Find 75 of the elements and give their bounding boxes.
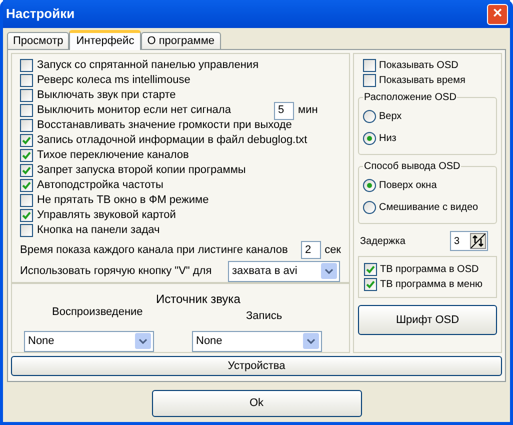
checkbox[interactable] bbox=[20, 119, 33, 132]
checkbox[interactable] bbox=[20, 104, 33, 117]
tab[interactable]: Интерфейс bbox=[69, 30, 142, 50]
minutes-field[interactable]: 5 bbox=[274, 102, 294, 120]
checkbox[interactable] bbox=[363, 59, 376, 72]
hotkey-select[interactable]: захвата в avi bbox=[228, 260, 340, 282]
option-label: Восстанавливать значение громкости при выходе bbox=[37, 118, 292, 134]
unit-label: мин bbox=[298, 103, 318, 118]
unit-label: сек bbox=[324, 242, 341, 258]
check-icon bbox=[22, 211, 31, 220]
checkbox[interactable] bbox=[20, 179, 33, 192]
option-label: Кнопка на панели задач bbox=[37, 223, 160, 238]
record-label: Запись bbox=[246, 309, 282, 324]
caret-icon bbox=[139, 338, 147, 344]
radio-label: Низ bbox=[379, 132, 396, 146]
checkbox[interactable] bbox=[20, 164, 33, 177]
dropdown-arrow-button[interactable] bbox=[321, 263, 337, 280]
radio-button[interactable] bbox=[363, 201, 376, 214]
devices-button[interactable]: Устройства bbox=[11, 356, 502, 376]
checkbox[interactable] bbox=[20, 89, 33, 102]
ok-button[interactable]: Ok bbox=[152, 390, 362, 417]
checkbox[interactable] bbox=[364, 278, 377, 291]
record-select[interactable]: None bbox=[192, 330, 322, 352]
option-label: Реверс колеса ms intellimouse bbox=[37, 73, 190, 88]
option-label: ТВ программа в меню bbox=[380, 278, 483, 292]
checkbox[interactable] bbox=[20, 224, 33, 237]
option-label: Запись отладочной информации в файл debuglog.txt bbox=[37, 133, 308, 148]
osd-font-button[interactable]: Шрифт OSD bbox=[358, 305, 497, 335]
playback-select[interactable]: None bbox=[24, 330, 154, 352]
option-label: Управлять звуковой картой bbox=[37, 208, 176, 224]
option-label: Выключить монитор если нет сигнала bbox=[37, 103, 232, 118]
radio-button[interactable] bbox=[363, 179, 376, 192]
delay-field[interactable]: 3 bbox=[450, 231, 488, 251]
option-label: Использовать горячую кнопку "V" для bbox=[20, 264, 213, 279]
radio-button[interactable] bbox=[363, 110, 376, 123]
checkbox[interactable] bbox=[20, 209, 33, 222]
checkbox[interactable] bbox=[20, 74, 33, 87]
radio-label: Верх bbox=[379, 110, 402, 124]
radio-button[interactable] bbox=[363, 132, 376, 145]
select-value: None bbox=[28, 334, 54, 349]
group-title: Расположение OSD bbox=[363, 91, 458, 105]
delay-label: Задержка bbox=[360, 234, 406, 248]
seconds-field[interactable]: 2 bbox=[300, 241, 321, 260]
tab[interactable]: Просмотр bbox=[7, 32, 70, 49]
select-value: None bbox=[196, 334, 222, 349]
spin-arrows-icon bbox=[470, 233, 486, 249]
caret-icon bbox=[307, 338, 315, 344]
checkbox[interactable] bbox=[363, 74, 376, 87]
tab[interactable]: О программе bbox=[141, 32, 220, 49]
option-label: Запуск со спрятанной панелью управления bbox=[37, 58, 259, 74]
dropdown-arrow-button[interactable] bbox=[303, 333, 319, 349]
checkbox[interactable] bbox=[20, 194, 33, 207]
checkbox[interactable] bbox=[20, 59, 33, 72]
option-label: Автоподстройка частоты bbox=[37, 178, 164, 194]
window-title: Настройки bbox=[6, 5, 75, 24]
option-label: Выключать звук при старте bbox=[37, 88, 176, 104]
option-label: Запрет запуска второй копии программы bbox=[37, 163, 246, 178]
option-label: Показывать время bbox=[379, 74, 466, 88]
option-label: Показывать OSD bbox=[379, 59, 458, 73]
checkbox[interactable] bbox=[20, 149, 33, 162]
select-value: захвата в avi bbox=[232, 264, 298, 279]
option-label: Не прятать ТВ окно в ФМ режиме bbox=[37, 193, 209, 208]
checkbox[interactable] bbox=[20, 134, 33, 147]
close-button[interactable]: × bbox=[487, 4, 508, 24]
dropdown-arrow-button[interactable] bbox=[135, 333, 151, 349]
option-label: Время показа каждого канала при листинге каналов bbox=[20, 242, 289, 258]
option-label: ТВ программа в OSD bbox=[380, 263, 479, 277]
playback-label: Воспроизведение bbox=[52, 305, 143, 320]
caret-icon bbox=[325, 268, 333, 274]
option-label: Тихое переключение каналов bbox=[37, 148, 189, 164]
sound-source-title: Источник звука bbox=[156, 291, 242, 308]
radio-label: Смешивание с видео bbox=[379, 201, 478, 215]
checkbox[interactable] bbox=[364, 263, 377, 276]
radio-label: Поверх окна bbox=[379, 179, 437, 193]
group-title: Способ вывода OSD bbox=[363, 160, 462, 174]
